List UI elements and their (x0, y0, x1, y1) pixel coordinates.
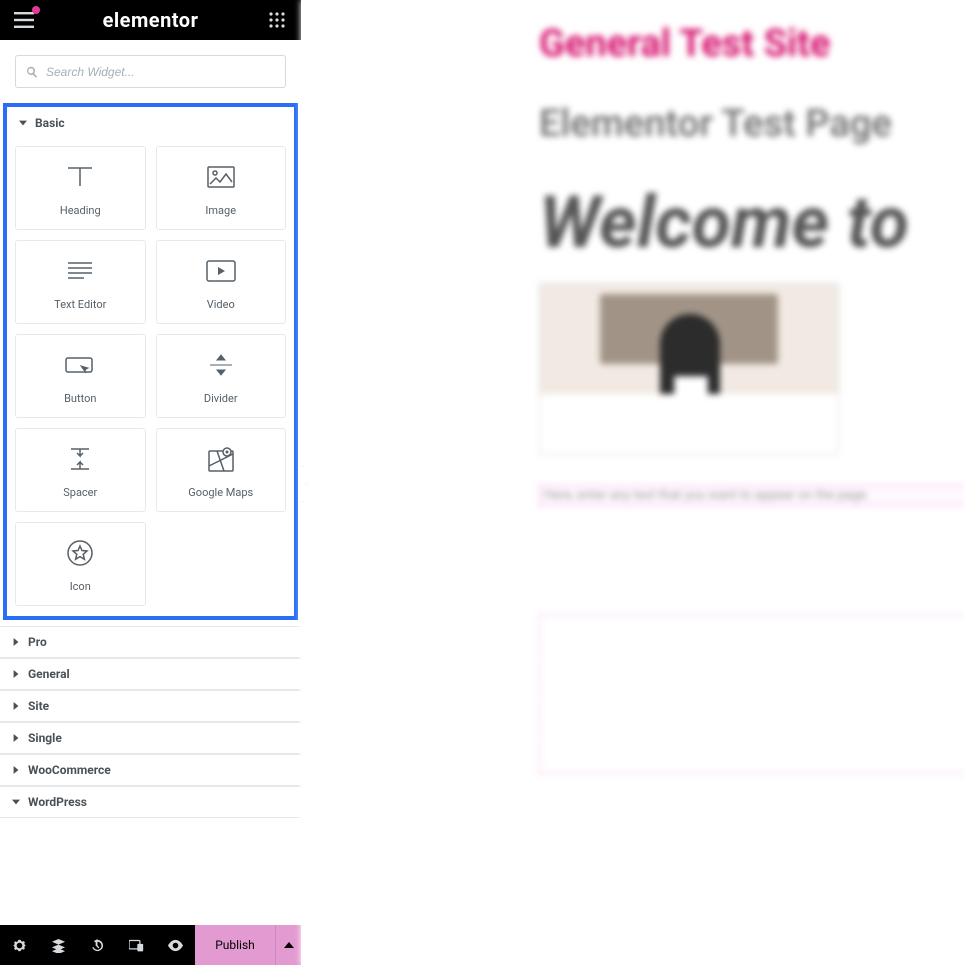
caret-down-icon (19, 119, 27, 127)
category-wordpress-label: WordPress (28, 795, 87, 809)
widget-icon-label: Icon (70, 580, 91, 593)
category-list: Basic Heading Image (0, 103, 301, 925)
category-single-label: Single (28, 731, 62, 745)
panel-header: elementor (0, 0, 301, 40)
caret-down-icon (12, 798, 20, 806)
category-site-header[interactable]: Site (0, 690, 301, 722)
editor-canvas[interactable]: General Test Site Elementor Test Page We… (301, 0, 965, 965)
search-box[interactable] (15, 55, 286, 88)
widget-video-label: Video (207, 298, 235, 311)
category-woocommerce-label: WooCommerce (28, 763, 111, 777)
basic-widget-grid: Heading Image Text Editor (7, 139, 294, 616)
category-general-label: General (28, 667, 70, 681)
category-basic-label: Basic (35, 116, 65, 130)
text-editor-icon (66, 254, 94, 288)
brand-logo: elementor (103, 8, 199, 32)
widgets-grid-button[interactable] (265, 8, 289, 32)
button-icon (65, 348, 95, 382)
widget-button[interactable]: Button (15, 334, 146, 418)
widget-divider-label: Divider (204, 392, 238, 405)
category-site-label: Site (28, 699, 49, 713)
widget-image-label: Image (205, 204, 236, 217)
image-placeholder[interactable] (539, 283, 839, 455)
widget-google-maps-label: Google Maps (188, 486, 253, 499)
caret-right-icon (12, 670, 20, 678)
search-input[interactable] (46, 65, 275, 79)
hamburger-menu-button[interactable] (12, 8, 36, 32)
category-woocommerce-header[interactable]: WooCommerce (0, 754, 301, 786)
widget-video[interactable]: Video (156, 240, 287, 324)
caret-right-icon (12, 734, 20, 742)
widget-text-editor-label: Text Editor (54, 298, 106, 311)
heading-icon (65, 160, 95, 194)
category-general-header[interactable]: General (0, 658, 301, 690)
site-title: General Test Site (539, 22, 965, 66)
caret-right-icon (12, 638, 20, 646)
page-title: Elementor Test Page (539, 102, 965, 146)
search-wrap (0, 40, 301, 103)
category-basic-header[interactable]: Basic (7, 107, 294, 139)
preview-button[interactable] (156, 925, 195, 965)
publish-label: Publish (215, 938, 255, 952)
video-icon (206, 254, 236, 288)
widget-divider[interactable]: Divider (156, 334, 287, 418)
widget-spacer-label: Spacer (63, 486, 97, 499)
category-pro-label: Pro (28, 635, 47, 649)
caret-right-icon (12, 766, 20, 774)
image-icon (207, 160, 235, 194)
category-basic-highlight: Basic Heading Image (3, 103, 298, 620)
widget-image[interactable]: Image (156, 146, 287, 230)
divider-icon (208, 348, 234, 382)
category-single-header[interactable]: Single (0, 722, 301, 754)
headline-text: Welcome to (539, 180, 965, 265)
settings-button[interactable] (0, 925, 39, 965)
text-block[interactable]: Here, enter any text that you want to ap… (539, 485, 965, 506)
responsive-button[interactable] (117, 925, 156, 965)
panel-footer: Publish (0, 925, 301, 965)
widget-google-maps[interactable]: Google Maps (156, 428, 287, 512)
publish-button[interactable]: Publish (195, 925, 275, 965)
caret-right-icon (12, 702, 20, 710)
widget-spacer[interactable]: Spacer (15, 428, 146, 512)
history-button[interactable] (78, 925, 117, 965)
spacer-icon (69, 442, 91, 476)
notification-dot-icon (32, 6, 40, 14)
elementor-panel: elementor Basic (0, 0, 301, 965)
google-maps-icon (208, 442, 234, 476)
category-pro-header[interactable]: Pro (0, 626, 301, 658)
widget-heading[interactable]: Heading (15, 146, 146, 230)
widget-heading-label: Heading (60, 204, 101, 217)
navigator-button[interactable] (39, 925, 78, 965)
search-icon (26, 66, 38, 78)
widget-icon[interactable]: Icon (15, 522, 146, 606)
drop-zone[interactable] (539, 614, 965, 774)
widget-button-label: Button (64, 392, 96, 405)
publish-options-button[interactable] (275, 925, 301, 965)
icon-icon (67, 536, 93, 570)
category-wordpress-header[interactable]: WordPress (0, 786, 301, 818)
widget-text-editor[interactable]: Text Editor (15, 240, 146, 324)
